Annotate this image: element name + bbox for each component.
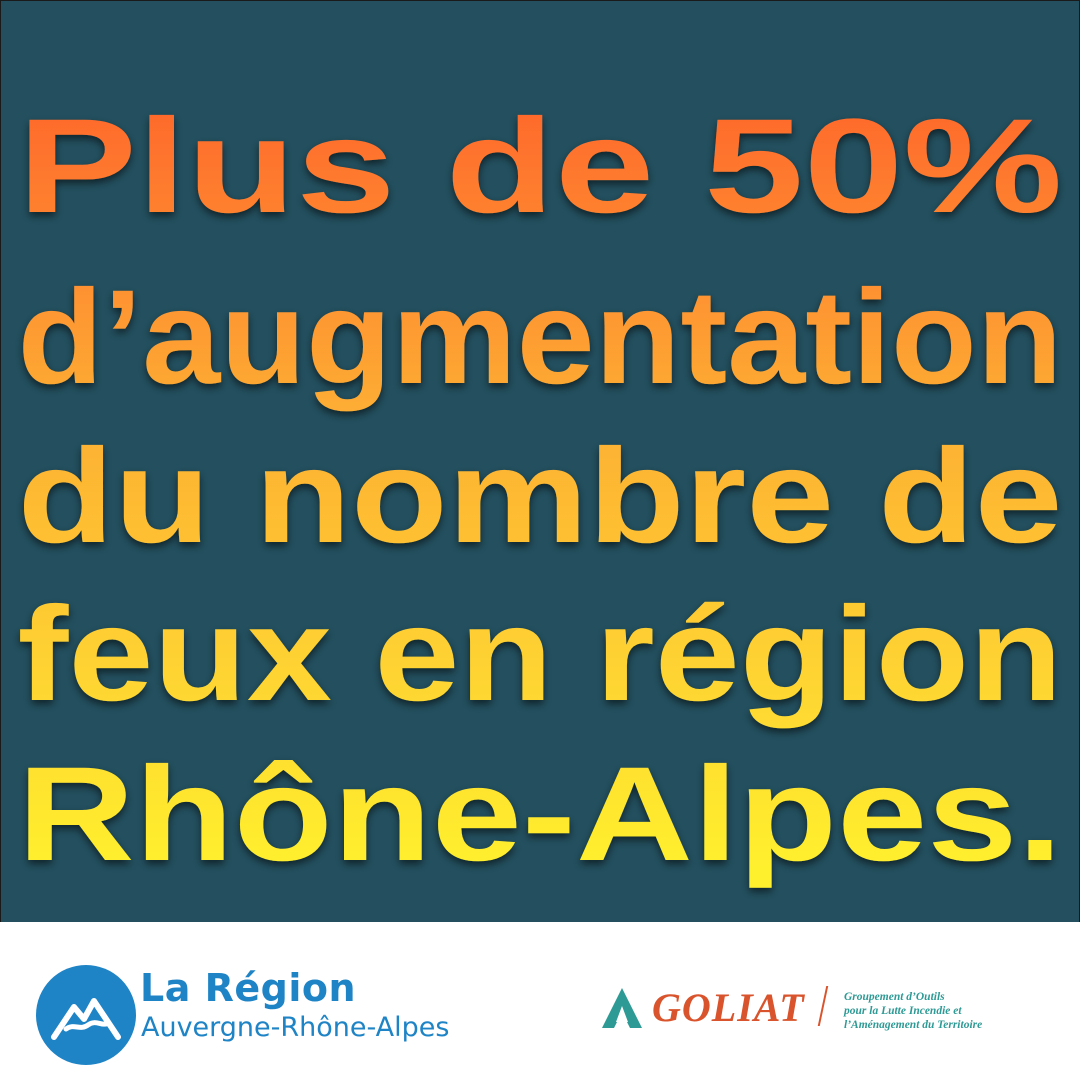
region-subtitle: Auvergne-Rhône-Alpes — [141, 1012, 450, 1043]
headline-line-2: d’augmentation — [18, 263, 1063, 412]
region-mountain-icon — [36, 965, 136, 1065]
region-title: La Région — [140, 966, 357, 1010]
goliat-description-line: l’Aménagement du Territoire — [844, 1019, 983, 1031]
headline-line-3: du nombre de — [18, 422, 1063, 571]
goliat-description-line: Groupement d’Outils — [844, 991, 945, 1003]
goliat-flame-icon — [600, 986, 644, 1030]
goliat-description: Groupement d’Outils pour la Lutte Incend… — [844, 990, 982, 1032]
headline-line-5: Rhône-Alpes. — [18, 740, 1063, 889]
headline-line-4: feux en région — [18, 580, 1063, 729]
headline: Plus de 50% d’augmentation du nombre de … — [0, 0, 1080, 922]
headline-line-1: Plus de 50% — [18, 92, 1063, 241]
goliat-description-line: pour la Lutte Incendie et — [844, 1005, 962, 1017]
goliat-name: GOLIAT — [652, 985, 805, 1030]
